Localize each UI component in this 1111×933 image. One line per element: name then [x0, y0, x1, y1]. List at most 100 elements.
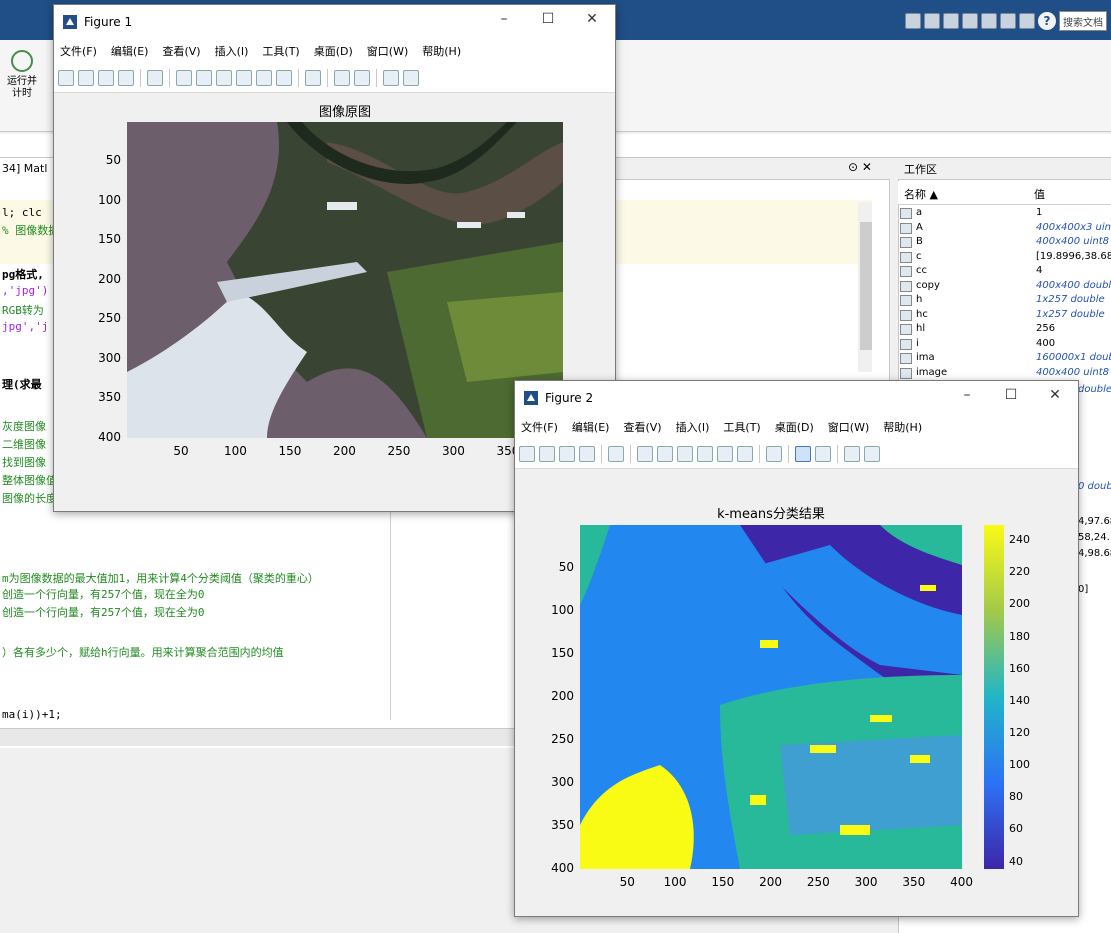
workspace-row[interactable]: image 400x400 uint8 [900, 367, 1109, 381]
hide-plot-tools-icon[interactable] [844, 445, 860, 462]
code-line: ma(i))+1; [2, 708, 62, 721]
brush-icon[interactable] [737, 445, 753, 462]
minimize-button[interactable]: – [492, 11, 516, 27]
menu-item[interactable]: 桌面(D) [314, 43, 353, 59]
zoom-out-icon[interactable] [657, 445, 673, 462]
figure-2-toolbar [515, 439, 1078, 469]
workspace-row[interactable]: ima 160000x1 double [900, 352, 1111, 366]
editor-scroll-thumb[interactable] [860, 222, 872, 350]
x-tick-label: 350 [902, 875, 926, 889]
legend-icon[interactable] [815, 445, 831, 462]
pan-icon[interactable] [216, 69, 232, 86]
kmeans-classification-image[interactable] [580, 525, 962, 869]
satellite-image[interactable] [127, 122, 563, 438]
workspace-row[interactable]: B 400x400 uint8 [900, 236, 1109, 250]
show-plot-tools-icon[interactable] [403, 69, 419, 86]
hide-plot-tools-icon[interactable] [383, 69, 399, 86]
close-button[interactable]: ✕ [1043, 387, 1067, 403]
x-tick-label: 250 [387, 444, 411, 458]
menu-item[interactable]: 插入(I) [215, 43, 249, 59]
redo-icon[interactable] [1000, 13, 1016, 29]
menu-item[interactable]: 窗口(W) [828, 419, 869, 435]
workspace-row[interactable]: h 1x257 double [900, 294, 1105, 308]
open-icon[interactable] [539, 445, 555, 462]
switch-windows-icon[interactable] [1019, 13, 1035, 29]
editor-close-icon[interactable]: ⊙ ✕ [848, 160, 872, 174]
workspace-row[interactable]: copy 400x400 double [900, 280, 1111, 294]
menu-item[interactable]: 桌面(D) [775, 419, 814, 435]
workspace-row[interactable]: hl 256 [900, 323, 1055, 337]
colorbar-icon[interactable] [334, 69, 350, 86]
link-icon[interactable] [305, 69, 321, 86]
workspace-row[interactable]: A 400x400x3 uint8 [900, 222, 1111, 236]
rotate-icon[interactable] [697, 445, 713, 462]
run-and-time-button[interactable]: 运行并 计时 [0, 44, 44, 116]
workspace-row[interactable]: i 400 [900, 338, 1055, 352]
maximize-button[interactable]: ☐ [999, 387, 1023, 403]
cut-icon[interactable] [924, 13, 940, 29]
workspace-row[interactable]: hc 1x257 double [900, 309, 1105, 323]
y-tick-label: 300 [98, 350, 121, 365]
workspace-row[interactable]: cc 4 [900, 265, 1042, 279]
menu-item[interactable]: 查看(V) [623, 419, 661, 435]
variable-value-partial: 0 doub [1078, 481, 1111, 492]
print-icon[interactable] [118, 69, 134, 86]
pan-icon[interactable] [677, 445, 693, 462]
figure-1-titlebar[interactable]: Figure 1 – ☐ ✕ [54, 5, 615, 39]
menu-item[interactable]: 窗口(W) [367, 43, 408, 59]
data-cursor-icon[interactable] [256, 69, 272, 86]
data-cursor-icon[interactable] [717, 445, 733, 462]
column-value[interactable]: 值 [1034, 186, 1045, 202]
show-plot-tools-icon[interactable] [864, 445, 880, 462]
save-icon[interactable] [905, 13, 921, 29]
menu-item[interactable]: 插入(I) [676, 419, 710, 435]
menu-item[interactable]: 帮助(H) [883, 419, 922, 435]
menu-item[interactable]: 查看(V) [162, 43, 200, 59]
legend-icon[interactable] [354, 69, 370, 86]
maximize-button[interactable]: ☐ [536, 11, 560, 27]
pointer-icon[interactable] [147, 69, 163, 86]
brush-icon[interactable] [276, 69, 292, 86]
colorbar-tick-label: 40 [1009, 854, 1023, 868]
workspace-row[interactable]: a1 [900, 207, 1042, 221]
help-icon[interactable]: ? [1038, 12, 1056, 30]
editor-tab[interactable]: 34] Matl [0, 158, 56, 180]
menu-item[interactable]: 编辑(E) [111, 43, 149, 59]
undo-icon[interactable] [981, 13, 997, 29]
workspace-row[interactable]: c [19.8996,38.68 [900, 251, 1111, 265]
colorbar-tick-label: 100 [1009, 758, 1030, 772]
menu-item[interactable]: 文件(F) [521, 419, 558, 435]
menu-item[interactable]: 工具(T) [262, 43, 299, 59]
save-icon[interactable] [98, 69, 114, 86]
open-icon[interactable] [78, 69, 94, 86]
figure-2-window[interactable]: Figure 2 – ☐ ✕ 文件(F) 编辑(E) 查看(V) 插入(I) 工具(T)… [514, 380, 1079, 917]
new-figure-icon[interactable] [519, 445, 535, 462]
zoom-in-icon[interactable] [637, 445, 653, 462]
x-tick-label: 50 [619, 875, 635, 889]
menu-item[interactable]: 帮助(H) [422, 43, 461, 59]
figure-2-titlebar[interactable]: Figure 2 – ☐ ✕ [515, 381, 1078, 415]
zoom-in-icon[interactable] [176, 69, 192, 86]
x-tick-label: 100 [663, 875, 687, 889]
close-button[interactable]: ✕ [580, 11, 604, 27]
copy-icon[interactable] [943, 13, 959, 29]
zoom-out-icon[interactable] [196, 69, 212, 86]
link-icon[interactable] [766, 445, 782, 462]
print-icon[interactable] [579, 445, 595, 462]
menu-item[interactable]: 文件(F) [60, 43, 97, 59]
separator [169, 68, 170, 87]
column-name[interactable]: 名称 ▲ [904, 186, 938, 202]
new-figure-icon[interactable] [58, 69, 74, 86]
y-tick-label: 400 [98, 429, 121, 444]
minimize-button[interactable]: – [955, 387, 979, 403]
x-tick-label: 300 [442, 444, 465, 458]
menu-item[interactable]: 编辑(E) [572, 419, 610, 435]
pointer-icon[interactable] [608, 445, 624, 462]
search-documentation-input[interactable]: 搜索文档 [1059, 11, 1107, 31]
menu-item[interactable]: 工具(T) [723, 419, 760, 435]
rotate-icon[interactable] [236, 69, 252, 86]
save-icon[interactable] [559, 445, 575, 462]
colorbar[interactable] [984, 525, 1004, 869]
colorbar-icon[interactable] [795, 445, 811, 462]
paste-icon[interactable] [962, 13, 978, 29]
